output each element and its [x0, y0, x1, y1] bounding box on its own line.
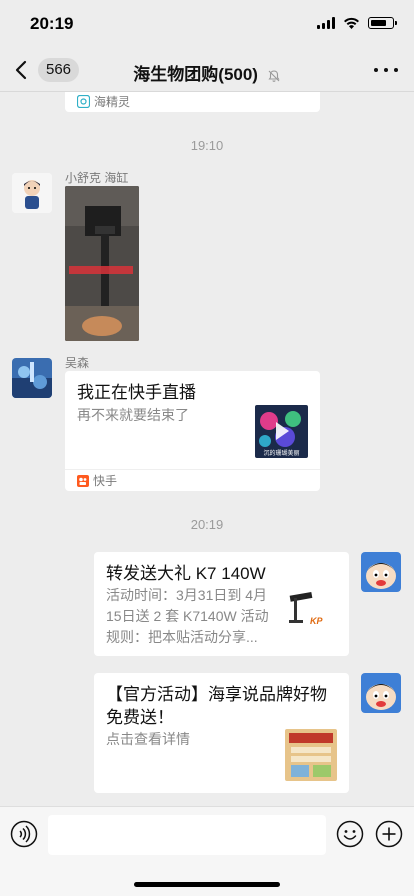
card-title: 我正在快手直播: [77, 383, 196, 402]
chat-header: 566 海生物团购(500): [0, 48, 414, 92]
avatar-cartoon-image: [12, 173, 52, 213]
card-thumbnail: KP: [280, 586, 337, 638]
card-description: 再不来就要结束了: [77, 407, 189, 423]
timestamp: 20:19: [190, 517, 224, 532]
card-description: 点击查看详情: [106, 731, 190, 747]
self-avatar[interactable]: [361, 552, 401, 592]
aquarium-light-product-image: [280, 586, 337, 638]
promo-poster-thumbnail: [285, 729, 337, 781]
more-icon-dot: [394, 68, 398, 72]
mini-program-icon: [77, 95, 90, 108]
more-icon-dot: [374, 68, 378, 72]
avatar-cartoon-image: [361, 673, 401, 713]
card-source: 海精灵: [65, 92, 320, 112]
chat-messages[interactable]: 海精灵 19:10 小舒克 海缸 吴森 我正在快手直播 再不来就要结束了 沉的珊…: [0, 92, 414, 806]
more-button[interactable]: [374, 58, 398, 82]
card-thumbnail: [285, 729, 337, 781]
status-time: 20:19: [30, 14, 74, 33]
card-title: 【官方活动】海享说品牌好物免费送！: [106, 685, 327, 727]
aquarium-light-photo: [65, 186, 139, 341]
voice-icon[interactable]: [10, 820, 38, 848]
plus-icon[interactable]: [375, 820, 403, 848]
home-indicator[interactable]: [134, 882, 280, 887]
mute-icon: [268, 69, 280, 82]
avatar-aquarium-image: [12, 358, 52, 398]
message-input[interactable]: [48, 815, 326, 855]
timestamp: 19:10: [190, 138, 224, 153]
product-brand-logo: KP: [310, 616, 323, 626]
status-bar: 20:19: [0, 0, 414, 48]
self-avatar[interactable]: [361, 673, 401, 713]
card-source-label: 快手: [93, 474, 118, 488]
more-icon-dot: [384, 68, 388, 72]
image-message[interactable]: [65, 186, 139, 341]
card-description: 活动时间：3月31日到 4月15日送 2 套 K7140W 活动规则：把本贴活动…: [106, 587, 269, 645]
sender-name: 吴森: [65, 356, 90, 370]
battery-icon: [368, 17, 397, 29]
avatar[interactable]: [12, 358, 52, 398]
card-source: 快手: [65, 469, 320, 491]
chat-title: 海生物团购(500): [0, 60, 414, 85]
wifi-icon: [344, 17, 359, 29]
card-title: 转发送大礼 K7 140W: [106, 564, 266, 583]
kuaishou-icon: [77, 474, 89, 487]
emoji-icon[interactable]: [336, 820, 364, 848]
link-card-kuaishou[interactable]: 我正在快手直播 再不来就要结束了 沉的珊瑚美丽 快手: [65, 371, 320, 491]
card-source-label: 海精灵: [94, 95, 131, 109]
thumbnail-caption: 沉的珊瑚美丽: [263, 451, 300, 457]
message-card-partial[interactable]: 海精灵: [65, 92, 320, 112]
avatar-cartoon-image: [361, 552, 401, 592]
avatar[interactable]: [12, 173, 52, 213]
cellular-signal-icon: [317, 17, 335, 29]
card-thumbnail: 沉的珊瑚美丽: [255, 405, 308, 458]
chat-title-text: 海生物团购(500): [133, 65, 258, 84]
link-card-outgoing[interactable]: 转发送大礼 K7 140W 活动时间：3月31日到 4月15日送 2 套 K71…: [94, 552, 349, 656]
link-card-outgoing[interactable]: 【官方活动】海享说品牌好物免费送！ 点击查看详情: [94, 673, 349, 793]
sender-name: 小舒克 海缸: [65, 171, 129, 185]
status-icons: [317, 17, 397, 29]
